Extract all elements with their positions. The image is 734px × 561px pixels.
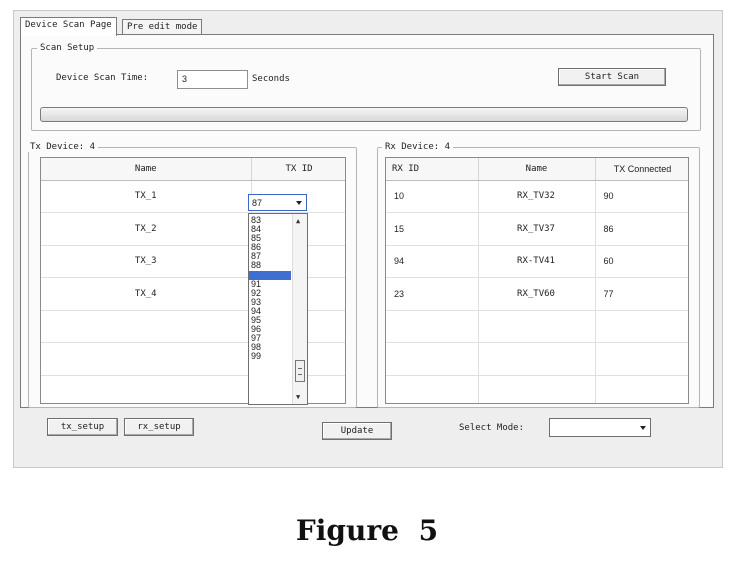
rx-column-id: RX ID	[386, 158, 479, 181]
rx-tx-cell: 60	[595, 245, 688, 278]
rx-name-cell: RX_TV37	[478, 212, 596, 246]
rx-tx-cell: 90	[595, 180, 688, 213]
rx-column-name: Name	[478, 158, 596, 181]
rx-id-cell: 23	[386, 277, 479, 311]
rx-name-cell: RX_TV60	[478, 277, 596, 311]
scroll-down-icon[interactable]: ▼	[296, 393, 300, 401]
rx-device-table: RX ID Name TX Connected 10 RX_TV32 90 15…	[385, 157, 689, 404]
tx-name-cell: TX_2	[41, 212, 252, 246]
scan-time-input[interactable]: 3	[177, 70, 248, 89]
tx-setup-button[interactable]: tx_setup	[47, 418, 118, 436]
tx-column-id: TX ID	[251, 158, 345, 181]
scan-setup-legend: Scan Setup	[37, 43, 98, 53]
table-row[interactable]: 15 RX_TV37 86	[386, 212, 688, 246]
table-row	[386, 310, 688, 343]
rx-id-cell: 10	[386, 180, 479, 213]
scroll-up-icon[interactable]: ▲	[296, 217, 300, 225]
tx-name-cell: TX_4	[41, 277, 252, 311]
rx-tx-cell: 86	[595, 212, 688, 246]
tx-column-name: Name	[41, 158, 252, 181]
tab-pre-edit-mode[interactable]: Pre edit mode	[122, 19, 203, 35]
rx-device-legend: Rx Device: 4	[382, 142, 454, 152]
list-item[interactable]: 99	[249, 352, 291, 361]
rx-setup-button[interactable]: rx_setup	[124, 418, 194, 436]
rx-column-tx-connected: TX Connected	[595, 158, 688, 181]
scrollbar-thumb[interactable]	[295, 360, 305, 382]
select-mode-combo[interactable]	[549, 418, 651, 437]
rx-id-cell: 15	[386, 212, 479, 246]
table-row	[386, 342, 688, 376]
dropdown-scrollbar[interactable]: ▲ ▼	[292, 214, 307, 404]
rx-name-cell: RX_TV32	[478, 180, 596, 213]
tx-device-legend: Tx Device: 4	[27, 142, 99, 152]
tx-id-dropdown-list[interactable]: 83 84 85 86 87 88 89 91 92 93 94 95 96 9…	[248, 213, 308, 405]
start-scan-button[interactable]: Start Scan	[558, 68, 666, 86]
tx-name-cell: TX_1	[41, 180, 252, 213]
table-row[interactable]: 23 RX_TV60 77	[386, 277, 688, 311]
chevron-down-icon[interactable]	[296, 201, 302, 205]
table-row	[386, 375, 688, 403]
scan-time-unit: Seconds	[252, 74, 290, 84]
scan-progress-bar	[40, 107, 688, 122]
table-row[interactable]: 10 RX_TV32 90	[386, 180, 688, 213]
update-button[interactable]: Update	[322, 422, 392, 440]
chevron-down-icon[interactable]	[640, 426, 646, 430]
tx-id-combo[interactable]: 87	[248, 194, 307, 211]
tx-name-cell: TX_3	[41, 245, 252, 278]
figure-caption: Figure 5	[295, 514, 439, 547]
table-row[interactable]: 94 RX-TV41 60	[386, 245, 688, 278]
scan-time-label: Device Scan Time:	[56, 73, 149, 83]
tx-id-selected-value: 87	[252, 198, 263, 208]
select-mode-label: Select Mode:	[459, 423, 525, 433]
rx-name-cell: RX-TV41	[478, 245, 596, 278]
tab-device-scan-page[interactable]: Device Scan Page	[20, 17, 117, 36]
rx-id-cell: 94	[386, 245, 479, 278]
rx-tx-cell: 77	[595, 277, 688, 311]
